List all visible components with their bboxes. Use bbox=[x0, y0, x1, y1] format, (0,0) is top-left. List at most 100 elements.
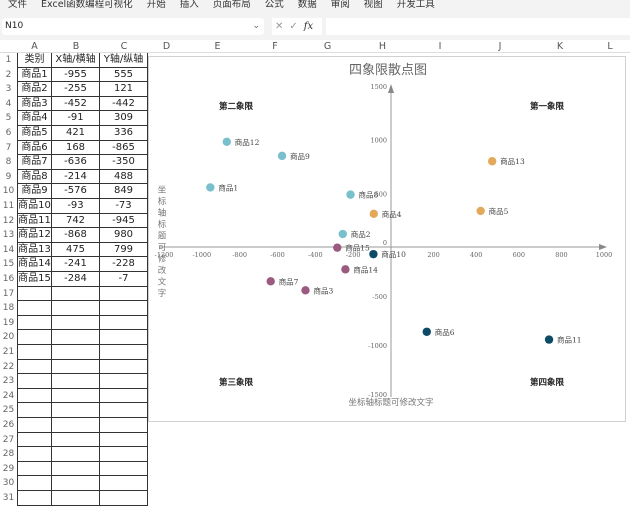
cell[interactable]: -442 bbox=[100, 96, 148, 112]
cell[interactable] bbox=[100, 286, 148, 302]
cell[interactable]: 商品12 bbox=[17, 228, 52, 243]
data-point-group[interactable]: 商品1 bbox=[206, 182, 238, 192]
cell[interactable] bbox=[100, 403, 148, 418]
cell[interactable] bbox=[100, 418, 148, 433]
row-number[interactable]: 30 bbox=[0, 476, 17, 490]
row-number[interactable]: 2 bbox=[0, 68, 17, 82]
column-header-L[interactable]: L bbox=[590, 40, 630, 53]
row-number[interactable]: 18 bbox=[0, 301, 17, 315]
column-header-F[interactable]: F bbox=[250, 40, 300, 53]
cell[interactable]: -955 bbox=[52, 67, 100, 83]
data-point[interactable] bbox=[346, 190, 355, 199]
data-point-group[interactable]: 商品14 bbox=[341, 264, 378, 274]
cell[interactable] bbox=[52, 359, 100, 375]
cell[interactable]: -91 bbox=[52, 111, 100, 126]
row-number[interactable]: 1 bbox=[0, 53, 17, 67]
data-point[interactable] bbox=[476, 206, 485, 216]
row-number[interactable]: 23 bbox=[0, 374, 17, 388]
row-number[interactable]: 16 bbox=[0, 272, 17, 286]
cell[interactable] bbox=[52, 301, 100, 316]
data-point[interactable] bbox=[369, 249, 378, 259]
cell[interactable]: -350 bbox=[100, 155, 148, 170]
data-point-group[interactable]: 商品10 bbox=[369, 249, 406, 259]
row-number[interactable]: 11 bbox=[0, 199, 17, 213]
row-number[interactable]: 26 bbox=[0, 418, 17, 432]
row-number[interactable]: 13 bbox=[0, 228, 17, 242]
cell[interactable]: -73 bbox=[100, 199, 148, 214]
cell[interactable] bbox=[17, 476, 52, 491]
data-point-group[interactable]: 商品7 bbox=[266, 276, 299, 286]
cell[interactable] bbox=[100, 330, 148, 345]
menu-item[interactable]: 文件 bbox=[8, 0, 27, 14]
data-point-group[interactable]: 商品13 bbox=[487, 156, 525, 166]
data-point-group[interactable]: 商品15 bbox=[333, 243, 370, 253]
cell[interactable]: 类别 bbox=[17, 53, 52, 68]
cell[interactable]: -93 bbox=[52, 199, 100, 214]
cell[interactable] bbox=[17, 359, 52, 375]
row-number[interactable]: 17 bbox=[0, 287, 17, 301]
cell[interactable]: -214 bbox=[52, 169, 100, 185]
row-number[interactable]: 24 bbox=[0, 389, 17, 403]
cell[interactable] bbox=[17, 461, 52, 477]
cell[interactable]: 488 bbox=[100, 169, 148, 185]
cell[interactable]: 商品1 bbox=[17, 67, 52, 83]
row-number[interactable]: 31 bbox=[0, 491, 17, 505]
cell[interactable]: -865 bbox=[100, 140, 148, 156]
data-point[interactable] bbox=[301, 286, 310, 295]
cell[interactable]: 168 bbox=[52, 140, 100, 156]
row-number[interactable]: 4 bbox=[0, 97, 17, 111]
data-point-group[interactable]: 商品11 bbox=[544, 335, 582, 345]
x-axis-title[interactable]: 坐标轴标题可修改文字 bbox=[348, 397, 433, 408]
row-number[interactable]: 27 bbox=[0, 433, 17, 447]
row-number[interactable]: 10 bbox=[0, 184, 17, 198]
row-number[interactable]: 14 bbox=[0, 243, 17, 257]
cell[interactable] bbox=[17, 345, 52, 360]
cell[interactable] bbox=[17, 388, 52, 404]
menu-item[interactable]: 审阅 bbox=[331, 0, 350, 14]
cell[interactable]: -945 bbox=[100, 213, 148, 229]
cell[interactable] bbox=[52, 374, 100, 389]
menu-item[interactable]: 插入 bbox=[180, 0, 199, 14]
cell[interactable]: 商品4 bbox=[17, 111, 52, 126]
data-point[interactable] bbox=[369, 209, 378, 219]
cell[interactable] bbox=[17, 315, 52, 331]
data-point[interactable] bbox=[266, 277, 275, 286]
cell[interactable]: 商品3 bbox=[17, 96, 52, 112]
cell[interactable] bbox=[100, 315, 148, 331]
quadrant-scatter-chart[interactable]: 四象限散点图 -1200 -1000 -800 -600 -400 -200 200 400 60… bbox=[148, 56, 626, 422]
cell[interactable]: Y轴/纵轴 bbox=[100, 53, 148, 68]
column-header-G[interactable]: G bbox=[300, 40, 355, 53]
cell[interactable]: 商品5 bbox=[17, 126, 52, 141]
row-number[interactable]: 6 bbox=[0, 126, 17, 140]
data-point-group[interactable]: 商品4 bbox=[369, 209, 402, 219]
row-number[interactable]: 8 bbox=[0, 155, 17, 169]
menu-item[interactable]: 页面布局 bbox=[213, 0, 251, 14]
cell[interactable]: -636 bbox=[52, 155, 100, 170]
cell[interactable] bbox=[100, 461, 148, 477]
row-number[interactable]: 22 bbox=[0, 360, 17, 374]
cell[interactable]: -284 bbox=[52, 272, 100, 287]
cell[interactable] bbox=[52, 330, 100, 345]
data-point-group[interactable]: 商品5 bbox=[476, 206, 509, 216]
row-number[interactable]: 19 bbox=[0, 316, 17, 330]
data-point-group[interactable]: 商品8 bbox=[346, 190, 379, 200]
menu-item[interactable]: 开始 bbox=[147, 0, 166, 14]
data-point[interactable] bbox=[277, 151, 287, 161]
cell[interactable]: -241 bbox=[52, 257, 100, 272]
cell[interactable]: 799 bbox=[100, 242, 148, 258]
formula-input[interactable] bbox=[326, 18, 630, 35]
row-number[interactable]: 5 bbox=[0, 111, 17, 125]
row-number[interactable]: 20 bbox=[0, 330, 17, 344]
column-header-D[interactable]: D bbox=[148, 40, 185, 53]
row-number[interactable]: 12 bbox=[0, 214, 17, 228]
data-point-group[interactable]: 商品3 bbox=[301, 285, 333, 295]
data-point[interactable] bbox=[222, 137, 232, 147]
cell[interactable] bbox=[52, 286, 100, 302]
cell[interactable] bbox=[52, 345, 100, 360]
cell[interactable] bbox=[52, 476, 100, 491]
cell[interactable]: 309 bbox=[100, 111, 148, 126]
data-point[interactable] bbox=[206, 183, 215, 192]
data-point[interactable] bbox=[338, 229, 347, 239]
cell[interactable] bbox=[100, 476, 148, 491]
cell[interactable] bbox=[100, 388, 148, 404]
